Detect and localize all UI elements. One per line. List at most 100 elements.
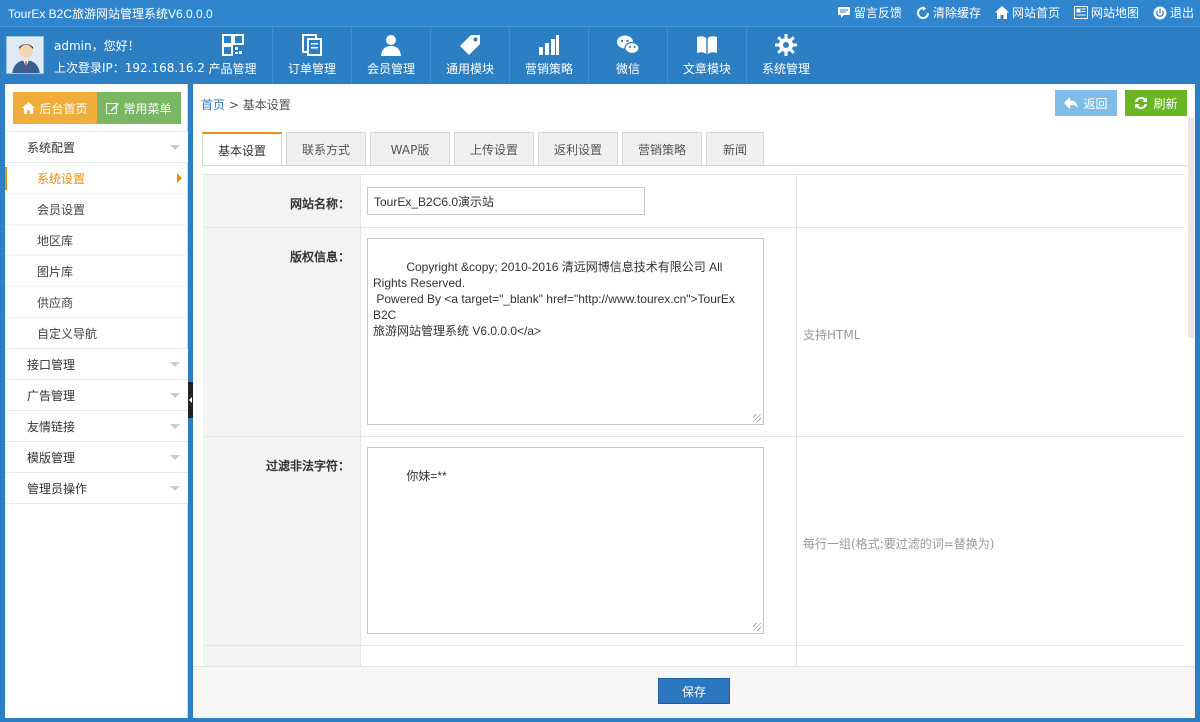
nav-common-module[interactable]: 通用模块	[430, 27, 509, 83]
tab-marketing[interactable]: 营销策略	[622, 132, 702, 165]
tab-rebate[interactable]: 返利设置	[538, 132, 618, 165]
field-cell: Copyright &copy; 2010-2016 清远网博信息技术有限公司 …	[361, 228, 797, 436]
common-menu-label: 常用菜单	[123, 101, 172, 116]
wechat-icon	[617, 35, 640, 55]
nav-article-module[interactable]: 文章模块	[667, 27, 746, 83]
common-menu-button[interactable]: 常用菜单	[97, 92, 181, 124]
bar-chart-icon	[539, 35, 559, 55]
tab-underline	[202, 165, 1187, 166]
nav-marketing-strategy[interactable]: 营销策略	[509, 27, 588, 83]
sidebar-group-label: 广告管理	[27, 388, 76, 403]
chevron-down-icon	[170, 393, 180, 398]
sidebar-menu: 系统配置 系统设置 会员设置 地区库 图片库 供应商 自定义导航 接口管理 广告…	[5, 131, 188, 504]
refresh-button[interactable]: 刷新	[1125, 90, 1187, 116]
filter-label: 过滤非法字符：	[265, 459, 350, 473]
sidebar-item-label: 供应商	[37, 295, 74, 310]
site-name-input[interactable]	[367, 187, 645, 215]
main-nav: 产品管理 订单管理 会员管理 通用模块 营销策略 微信 文章模块 系统管理	[193, 27, 825, 83]
last-login: 上次登录IP：192.168.16.2	[54, 59, 205, 76]
sidebar-group-interface[interactable]: 接口管理	[5, 348, 188, 380]
back-label: 返回	[1083, 96, 1108, 111]
nav-label: 会员管理	[366, 62, 415, 76]
sidebar-item-region-library[interactable]: 地区库	[5, 225, 188, 256]
back-button[interactable]: 返回	[1055, 90, 1117, 116]
sidebar-group-admin-ops[interactable]: 管理员操作	[5, 472, 188, 504]
sidebar-group-templates[interactable]: 模版管理	[5, 441, 188, 473]
tab-basic-settings[interactable]: 基本设置	[202, 132, 282, 166]
row-label-cell: 版权信息：	[203, 228, 361, 436]
sidebar-group-label: 模版管理	[27, 450, 76, 465]
tab-upload[interactable]: 上传设置	[454, 132, 534, 165]
filter-textarea[interactable]: 你妹=**	[367, 447, 764, 634]
sidebar-item-system-settings[interactable]: 系统设置	[5, 163, 188, 194]
breadcrumb-home-link[interactable]: 首页	[201, 98, 225, 112]
main-content: 首页 > 基本设置 返回 刷新 基本设置 联系方式 WAP版 上传设置 返利设置…	[193, 84, 1195, 718]
clear-cache-link[interactable]: 清除缓存	[916, 4, 981, 21]
sidebar-group-ads[interactable]: 广告管理	[5, 379, 188, 411]
save-button[interactable]: 保存	[658, 678, 730, 704]
copyright-textarea[interactable]: Copyright &copy; 2010-2016 清远网博信息技术有限公司 …	[367, 238, 764, 425]
sidebar-item-custom-nav[interactable]: 自定义导航	[5, 318, 188, 349]
tab-contact[interactable]: 联系方式	[286, 132, 366, 165]
comment-icon	[837, 6, 851, 20]
vertical-scrollbar[interactable]	[1188, 118, 1194, 338]
site-name-label: 网站名称：	[289, 197, 350, 211]
breadcrumb-separator: >	[228, 98, 239, 112]
feedback-link[interactable]: 留言反馈	[837, 4, 902, 21]
form-row-site-name: 网站名称：	[203, 175, 1185, 228]
sitemap-link[interactable]: 网站地图	[1073, 4, 1139, 21]
site-home-link[interactable]: 网站首页	[994, 4, 1060, 21]
sidebar-buttons: 后台首页 常用菜单	[13, 92, 181, 124]
nav-label: 文章模块	[682, 62, 731, 76]
resize-grip-icon[interactable]	[753, 414, 761, 422]
user-icon	[381, 35, 401, 56]
breadcrumb: 首页 > 基本设置	[201, 96, 291, 113]
last-login-label: 上次登录IP：	[54, 61, 125, 75]
logout-label: 退出	[1169, 6, 1194, 20]
sidebar-item-label: 会员设置	[37, 202, 86, 217]
chevron-down-icon	[170, 424, 180, 429]
nav-product-management[interactable]: 产品管理	[193, 27, 272, 83]
sitemap-icon	[1073, 6, 1088, 20]
refresh-label: 刷新	[1153, 96, 1178, 111]
row-label-cell: 网站名称：	[203, 175, 361, 227]
form-row-partial	[203, 646, 1185, 666]
tab-wap[interactable]: WAP版	[370, 132, 450, 165]
sidebar-group-label: 管理员操作	[27, 481, 88, 496]
nav-label: 订单管理	[287, 62, 336, 76]
sidebar-item-member-settings[interactable]: 会员设置	[5, 194, 188, 225]
gear-icon	[775, 34, 797, 56]
app-title: TourEx B2C旅游网站管理系统V6.0.0.0	[8, 7, 213, 21]
nav-order-management[interactable]: 订单管理	[272, 27, 351, 83]
sidebar-item-suppliers[interactable]: 供应商	[5, 287, 188, 318]
nav-label: 通用模块	[445, 62, 494, 76]
caret-right-icon	[177, 173, 182, 183]
clear-cache-label: 清除缓存	[932, 6, 981, 20]
nav-wechat[interactable]: 微信	[588, 27, 667, 83]
nav-member-management[interactable]: 会员管理	[351, 27, 430, 83]
feedback-label: 留言反馈	[853, 6, 902, 20]
nav-label: 产品管理	[208, 62, 257, 76]
home-icon	[994, 6, 1009, 20]
avatar	[6, 36, 44, 74]
sidebar-group-system-config[interactable]: 系统配置	[5, 131, 188, 163]
sidebar-item-image-library[interactable]: 图片库	[5, 256, 188, 287]
home-icon	[22, 102, 36, 114]
filter-hint: 每行一组(格式:要过滤的词=替换为)	[803, 537, 995, 551]
nav-system-management[interactable]: 系统管理	[746, 27, 825, 83]
settings-form: 网站名称： 版权信息： Copyright &copy; 2010-2016 清…	[203, 174, 1185, 666]
refresh-icon	[916, 5, 930, 20]
resize-grip-icon[interactable]	[753, 623, 761, 631]
user-avatar-icon	[7, 37, 43, 73]
site-home-label: 网站首页	[1011, 6, 1060, 20]
sidebar-group-label: 系统配置	[27, 140, 76, 155]
field-cell	[361, 175, 797, 227]
admin-home-button[interactable]: 后台首页	[13, 92, 97, 124]
header: admin，您好！ 上次登录IP：192.168.16.2 产品管理 订单管理 …	[0, 26, 1200, 83]
filter-text: 你妹=**	[406, 469, 447, 483]
orders-icon	[302, 34, 322, 56]
sidebar-group-links[interactable]: 友情链接	[5, 410, 188, 442]
sidebar-group-label: 接口管理	[27, 357, 76, 372]
tab-news[interactable]: 新闻	[706, 132, 764, 165]
logout-link[interactable]: 退出	[1153, 4, 1194, 21]
